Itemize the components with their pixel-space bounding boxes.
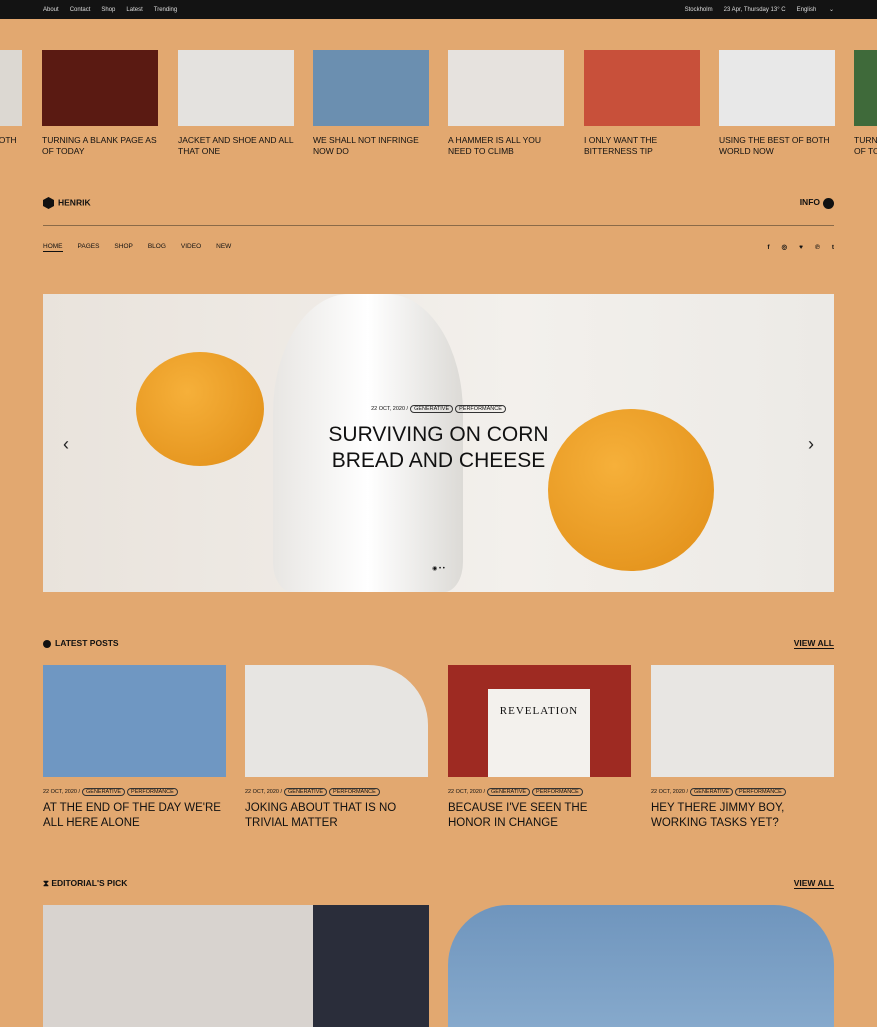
topbar-link-latest[interactable]: Latest	[126, 7, 142, 13]
post-title: A hammer is all you need to climb	[448, 135, 542, 156]
post-title: Jacket and shoe and all that one	[178, 135, 294, 156]
post-title[interactable]: Hey there Jimmy boy, working tasks yet?	[651, 801, 834, 831]
post-thumbnail	[448, 50, 564, 126]
editorial-image[interactable]	[448, 905, 834, 1027]
info-label: INFO	[799, 197, 820, 208]
post-card[interactable]: 22 OCT, 2020 /GENERATIVE PERFORMANCE At t…	[43, 665, 226, 831]
tumblr-icon[interactable]: t	[832, 244, 834, 251]
section-title: LATEST POSTS	[43, 638, 119, 649]
post-date: 22 OCT, 2020 /	[43, 789, 80, 795]
tag[interactable]: GENERATIVE	[690, 788, 734, 796]
post-thumbnail	[651, 665, 834, 777]
city: Stockholm	[684, 7, 713, 13]
pinterest-icon[interactable]: ℗	[815, 244, 820, 251]
facebook-icon[interactable]: f	[767, 244, 769, 251]
hero-slider[interactable]: 22 OCT, 2020 /GENERATIVE PERFORMANCE SURV…	[43, 294, 834, 592]
tag[interactable]: PERFORMANCE	[329, 788, 380, 796]
strip-post[interactable]: A hammer is all you need to climb	[448, 50, 564, 157]
editorial-image[interactable]	[43, 905, 429, 1027]
hero-title[interactable]: SURVIVING ON CORN BREAD AND CHEESE	[43, 422, 834, 474]
post-thumbnail	[0, 50, 22, 126]
topbar-link-contact[interactable]: Contact	[70, 7, 91, 13]
slider-dots[interactable]: ◉ • •	[43, 565, 834, 572]
nav-blog[interactable]: BLOG	[148, 243, 166, 250]
circle-icon	[823, 197, 834, 209]
nav-new[interactable]: NEW	[216, 243, 231, 250]
info-button[interactable]: INFO	[799, 197, 834, 209]
language-label: English	[796, 7, 817, 13]
post-thumbnail	[584, 50, 700, 126]
post-title: I only want the bitterness tip	[584, 135, 658, 156]
post-title[interactable]: At the end of the day we're all here alo…	[43, 801, 226, 831]
weather-date: 23 Apr, Thursday 13° C	[723, 7, 786, 13]
hero-date: 22 OCT, 2020 /	[371, 406, 409, 412]
tag[interactable]: GENERATIVE	[82, 788, 126, 796]
chevron-down-icon: ⌄	[828, 7, 834, 13]
tag[interactable]: GENERATIVE	[410, 405, 454, 413]
post-thumbnail: REVELATION	[448, 665, 631, 777]
post-thumbnail	[178, 50, 294, 126]
post-title: We shall not infringe now do	[313, 135, 419, 156]
tag[interactable]: GENERATIVE	[284, 788, 328, 796]
nav-shop[interactable]: SHOP	[114, 243, 132, 250]
post-thumbnail	[43, 665, 226, 777]
divider	[43, 225, 834, 226]
topbar-link-trending[interactable]: Trending	[154, 7, 177, 13]
post-thumbnail	[245, 665, 428, 777]
strip-post[interactable]: I only want the bitterness tip	[584, 50, 700, 157]
post-title: Using the best of both world now	[0, 135, 17, 145]
post-date: 22 OCT, 2020 /	[651, 789, 688, 795]
strip-post[interactable]: Jacket and shoe and all that one	[178, 50, 294, 157]
prev-arrow-icon[interactable]: ‹	[63, 434, 69, 455]
tag[interactable]: PERFORMANCE	[455, 405, 506, 413]
strip-post[interactable]: Using the best of both world now	[0, 50, 22, 157]
hexagon-logo-icon	[43, 197, 54, 209]
post-card[interactable]: 22 OCT, 2020 /GENERATIVE PERFORMANCE Joki…	[245, 665, 428, 831]
post-title: Turning a blank page as of today	[42, 135, 157, 156]
post-strip: Using the best of both world now Turning …	[0, 50, 877, 160]
post-date: 22 OCT, 2020 /	[448, 789, 485, 795]
nav-video[interactable]: VIDEO	[181, 243, 201, 250]
book-cover: REVELATION	[488, 689, 590, 777]
top-bar: About Contact Shop Latest Trending Stockholm…	[0, 0, 877, 19]
strip-post[interactable]: We shall not infringe now do	[313, 50, 429, 157]
strip-post[interactable]: Turning a blank page as of today	[854, 50, 877, 157]
post-card[interactable]: REVELATION 22 OCT, 2020 /GENERATIVE PERFO…	[448, 665, 631, 831]
nav-pages[interactable]: PAGES	[78, 243, 100, 250]
brand-name: HENRIK	[58, 197, 91, 208]
section-title: ⧗ EDITORIAL'S PICK	[43, 878, 128, 888]
next-arrow-icon[interactable]: ›	[808, 434, 814, 455]
tag[interactable]: GENERATIVE	[487, 788, 531, 796]
logo[interactable]: HENRIK	[43, 197, 91, 209]
tag[interactable]: PERFORMANCE	[532, 788, 583, 796]
nav-home[interactable]: HOME	[43, 243, 63, 252]
post-title[interactable]: Because I've seen the honor in change	[448, 801, 631, 831]
topbar-link-about[interactable]: About	[43, 7, 59, 13]
tag[interactable]: PERFORMANCE	[127, 788, 178, 796]
strip-post[interactable]: Turning a blank page as of today	[42, 50, 158, 157]
strip-post[interactable]: Using the best of both world now	[719, 50, 835, 157]
post-title: Using the best of both world now	[719, 135, 830, 156]
tag[interactable]: PERFORMANCE	[735, 788, 786, 796]
post-card[interactable]: 22 OCT, 2020 /GENERATIVE PERFORMANCE Hey …	[651, 665, 834, 831]
post-title: Turning a blank page as of today	[854, 135, 877, 156]
view-all-link[interactable]: VIEW ALL	[793, 638, 834, 649]
post-title[interactable]: Joking about that is no trivial matter	[245, 801, 428, 831]
twitter-icon[interactable]: ♥	[799, 244, 803, 251]
circle-icon	[43, 639, 51, 648]
post-date: 22 OCT, 2020 /	[245, 789, 282, 795]
post-thumbnail	[313, 50, 429, 126]
language-select[interactable]: English ⌄	[797, 7, 834, 13]
post-thumbnail	[854, 50, 877, 126]
instagram-icon[interactable]: ◎	[782, 244, 788, 251]
post-thumbnail	[42, 50, 158, 126]
view-all-link[interactable]: VIEW ALL	[793, 878, 834, 889]
post-thumbnail	[719, 50, 835, 126]
topbar-link-shop[interactable]: Shop	[101, 7, 115, 13]
